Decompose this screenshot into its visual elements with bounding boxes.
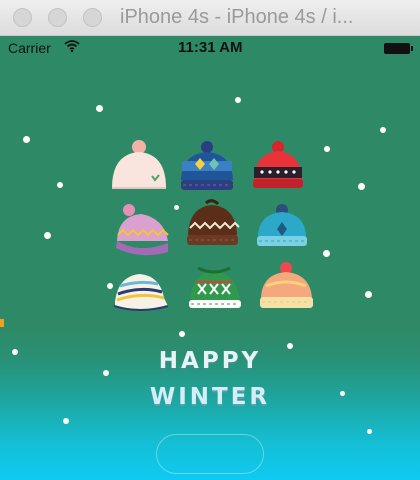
peach-hat: [260, 262, 313, 308]
title-happy: HAPPY: [158, 348, 262, 374]
cream-pompom-hat: [112, 140, 166, 189]
window-titlebar: iPhone 4s - iPhone 4s / i...: [0, 0, 420, 36]
title-winter: WINTER: [149, 384, 271, 410]
simulator-screen: Carrier 11:31 AM HAPPY WINTER: [0, 36, 420, 480]
hats-grid: [112, 140, 313, 311]
navy-diamond-hat: [181, 141, 233, 190]
close-window-button[interactable]: [13, 8, 32, 27]
green-cross-hat: [189, 266, 241, 308]
window-title: iPhone 4s - iPhone 4s / i...: [120, 6, 354, 28]
pink-zigzag-hat: [116, 204, 169, 256]
bottom-action-button[interactable]: [156, 434, 264, 474]
striped-cap: [113, 274, 169, 311]
red-dotted-hat: [253, 141, 303, 188]
edge-marker: [0, 319, 4, 327]
zoom-window-button[interactable]: [83, 8, 102, 27]
teal-hat: [257, 204, 307, 246]
brown-zigzag-hat: [187, 199, 240, 245]
minimize-window-button[interactable]: [48, 8, 67, 27]
